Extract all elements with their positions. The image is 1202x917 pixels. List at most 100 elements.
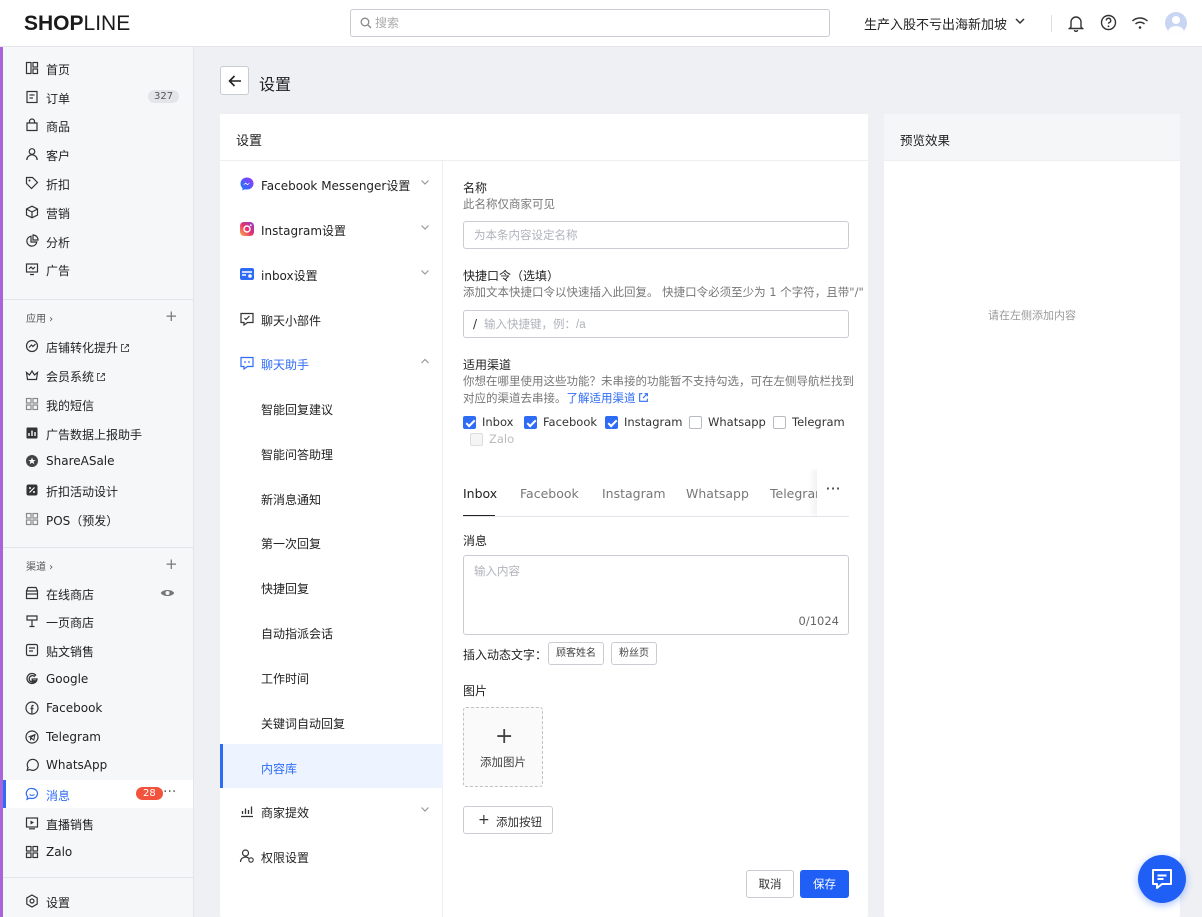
wifi-icon[interactable] — [1131, 16, 1149, 30]
more-icon[interactable]: ··· — [163, 784, 176, 800]
sidebar-item-settings[interactable]: 设置 — [3, 887, 193, 915]
shortcut-field[interactable]: / — [463, 310, 849, 338]
sidebar-item-zalo[interactable]: Zalo — [3, 838, 193, 866]
sidebar-item-membership[interactable]: 会员系统 — [3, 361, 193, 389]
sidebar-item-marketing[interactable]: 营销 — [3, 198, 193, 226]
sidebar-item-analytics[interactable]: 分析 — [3, 227, 193, 255]
cancel-button[interactable]: 取消 — [746, 870, 794, 898]
sidebar-item-facebook[interactable]: Facebook — [3, 694, 193, 722]
insert-fan-page-button[interactable]: 粉丝页 — [611, 642, 657, 665]
sidebar-item-discounts[interactable]: 折扣 — [3, 169, 193, 197]
sidebar-item-shareasale[interactable]: ShareASale — [3, 447, 193, 475]
channel-checkbox-instagram[interactable]: Instagram — [605, 415, 683, 429]
sidebar-item-ad-report[interactable]: 广告数据上报助手 — [3, 419, 193, 447]
shortcut-input[interactable] — [484, 316, 844, 333]
sidebar-item-ads[interactable]: 广告 — [3, 255, 193, 283]
channel-checkbox-inbox[interactable]: Inbox — [463, 415, 513, 429]
sidebar-item-whatsapp[interactable]: WhatsApp — [3, 751, 193, 779]
sidebar-item-telegram[interactable]: Telegram — [3, 723, 193, 751]
external-link-icon[interactable] — [638, 392, 649, 403]
sidebar-item-label: 客户 — [46, 149, 71, 163]
channel-checkbox-facebook[interactable]: Facebook — [524, 415, 597, 429]
sidebar-item-messages[interactable]: 消息 28 ··· — [3, 780, 193, 808]
sidebar-item-products[interactable]: 商品 — [3, 111, 193, 139]
chevron-down-icon — [421, 270, 429, 275]
preview-header: 预览效果 — [884, 114, 1180, 161]
search-input[interactable] — [375, 14, 815, 32]
sidebar-item-google[interactable]: Google — [3, 665, 193, 693]
channel-checkbox-whatsapp[interactable]: Whatsapp — [689, 415, 766, 429]
checkbox[interactable] — [463, 415, 476, 429]
tab-instagram[interactable]: Instagram — [602, 486, 666, 501]
chevron-down-icon[interactable] — [1014, 17, 1026, 25]
menu-item-chat-widget[interactable]: 聊天小部件 — [220, 296, 443, 340]
user-icon — [26, 148, 38, 161]
learn-channels-link[interactable]: 了解适用渠道 — [567, 391, 636, 405]
channels-section-title[interactable]: 渠道 › — [26, 558, 53, 573]
menu-item-inbox[interactable]: inbox设置 — [220, 251, 443, 295]
help-icon[interactable] — [1100, 14, 1117, 31]
sidebar-item-conversion[interactable]: 店铺转化提升 — [3, 332, 193, 360]
more-tabs-button[interactable]: ··· — [817, 469, 849, 516]
shopline-logo[interactable]: SHOPLINE — [24, 12, 130, 36]
inbox-icon — [240, 268, 254, 280]
channel-checkbox-telegram[interactable]: Telegram — [773, 415, 845, 429]
sidebar-item-home[interactable]: 首页 — [3, 54, 193, 82]
add-channel-icon[interactable]: + — [165, 555, 178, 573]
checkbox[interactable] — [524, 415, 537, 429]
add-image-button[interactable]: + 添加图片 — [463, 707, 543, 787]
onepage-icon — [26, 615, 38, 628]
menu-item-auto-assign[interactable]: 自动指派会话 — [220, 609, 443, 653]
insert-customer-name-button[interactable]: 顾客姓名 — [548, 642, 604, 665]
eye-icon[interactable] — [160, 588, 175, 598]
sidebar-item-online-store[interactable]: 在线商店 — [3, 579, 193, 607]
menu-item-smart-qa[interactable]: 智能问答助理 — [220, 430, 443, 474]
chat-support-button[interactable] — [1138, 855, 1186, 903]
add-app-icon[interactable]: + — [165, 307, 178, 325]
sidebar-item-pos[interactable]: POS（预发） — [3, 505, 193, 533]
menu-item-smart-reply[interactable]: 智能回复建议 — [220, 385, 443, 429]
sidebar-item-one-page[interactable]: 一页商店 — [3, 607, 193, 635]
sidebar-item-customers[interactable]: 客户 — [3, 140, 193, 168]
checkbox[interactable] — [605, 415, 618, 429]
checkbox[interactable] — [689, 415, 702, 429]
sidebar-item-sms[interactable]: 我的短信 — [3, 390, 193, 418]
menu-item-permissions[interactable]: 权限设置 — [220, 833, 443, 877]
tab-facebook[interactable]: Facebook — [520, 486, 579, 501]
menu-item-keyword-reply[interactable]: 关键词自动回复 — [220, 699, 443, 743]
search-box[interactable] — [350, 9, 830, 37]
menu-item-chat-assistant[interactable]: 聊天助手 — [220, 340, 443, 384]
menu-item-working-hours[interactable]: 工作时间 — [220, 654, 443, 698]
message-textarea[interactable]: 输入内容 0/1024 — [463, 555, 849, 635]
sidebar-item-live-sales[interactable]: 直播销售 — [3, 809, 193, 837]
plus-icon: + — [478, 812, 490, 828]
sidebar-item-label: Telegram — [46, 730, 101, 744]
channel-tabs: Inbox Facebook Instagram Whatsapp Telegr… — [463, 469, 849, 517]
sidebar-item-discount-design[interactable]: 折扣活动设计 — [3, 476, 193, 504]
menu-item-first-reply[interactable]: 第一次回复 — [220, 519, 443, 563]
menu-item-label: inbox设置 — [261, 269, 318, 283]
menu-item-quick-reply[interactable]: 快捷回复 — [220, 564, 443, 608]
chevron-down-icon — [421, 180, 429, 185]
avatar[interactable] — [1165, 12, 1187, 34]
tab-whatsapp[interactable]: Whatsapp — [686, 486, 749, 501]
assistant-icon — [240, 356, 254, 371]
name-field[interactable] — [463, 221, 849, 249]
menu-item-messenger[interactable]: Facebook Messenger设置 — [220, 161, 443, 205]
store-name[interactable]: 生产入股不亏出海新加坡 — [864, 14, 1007, 33]
menu-item-notifications[interactable]: 新消息通知 — [220, 475, 443, 519]
sidebar-item-orders[interactable]: 订单 327 — [3, 83, 193, 111]
checkbox[interactable] — [773, 415, 786, 429]
back-button[interactable] — [220, 66, 249, 95]
sidebar-item-post-sales[interactable]: 贴文销售 — [3, 636, 193, 664]
name-input[interactable] — [474, 227, 834, 244]
bell-icon[interactable] — [1068, 14, 1084, 32]
save-button[interactable]: 保存 — [800, 870, 849, 898]
menu-item-efficiency[interactable]: 商家提效 — [220, 788, 443, 832]
add-button-button[interactable]: + 添加按钮 — [463, 806, 553, 834]
menu-item-instagram[interactable]: Instagram设置 — [220, 206, 443, 250]
tab-inbox[interactable]: Inbox — [463, 486, 497, 501]
preview-title: 预览效果 — [900, 133, 951, 148]
apps-section-title[interactable]: 应用 › — [26, 310, 53, 325]
menu-item-content-library[interactable]: 内容库 — [220, 744, 443, 788]
